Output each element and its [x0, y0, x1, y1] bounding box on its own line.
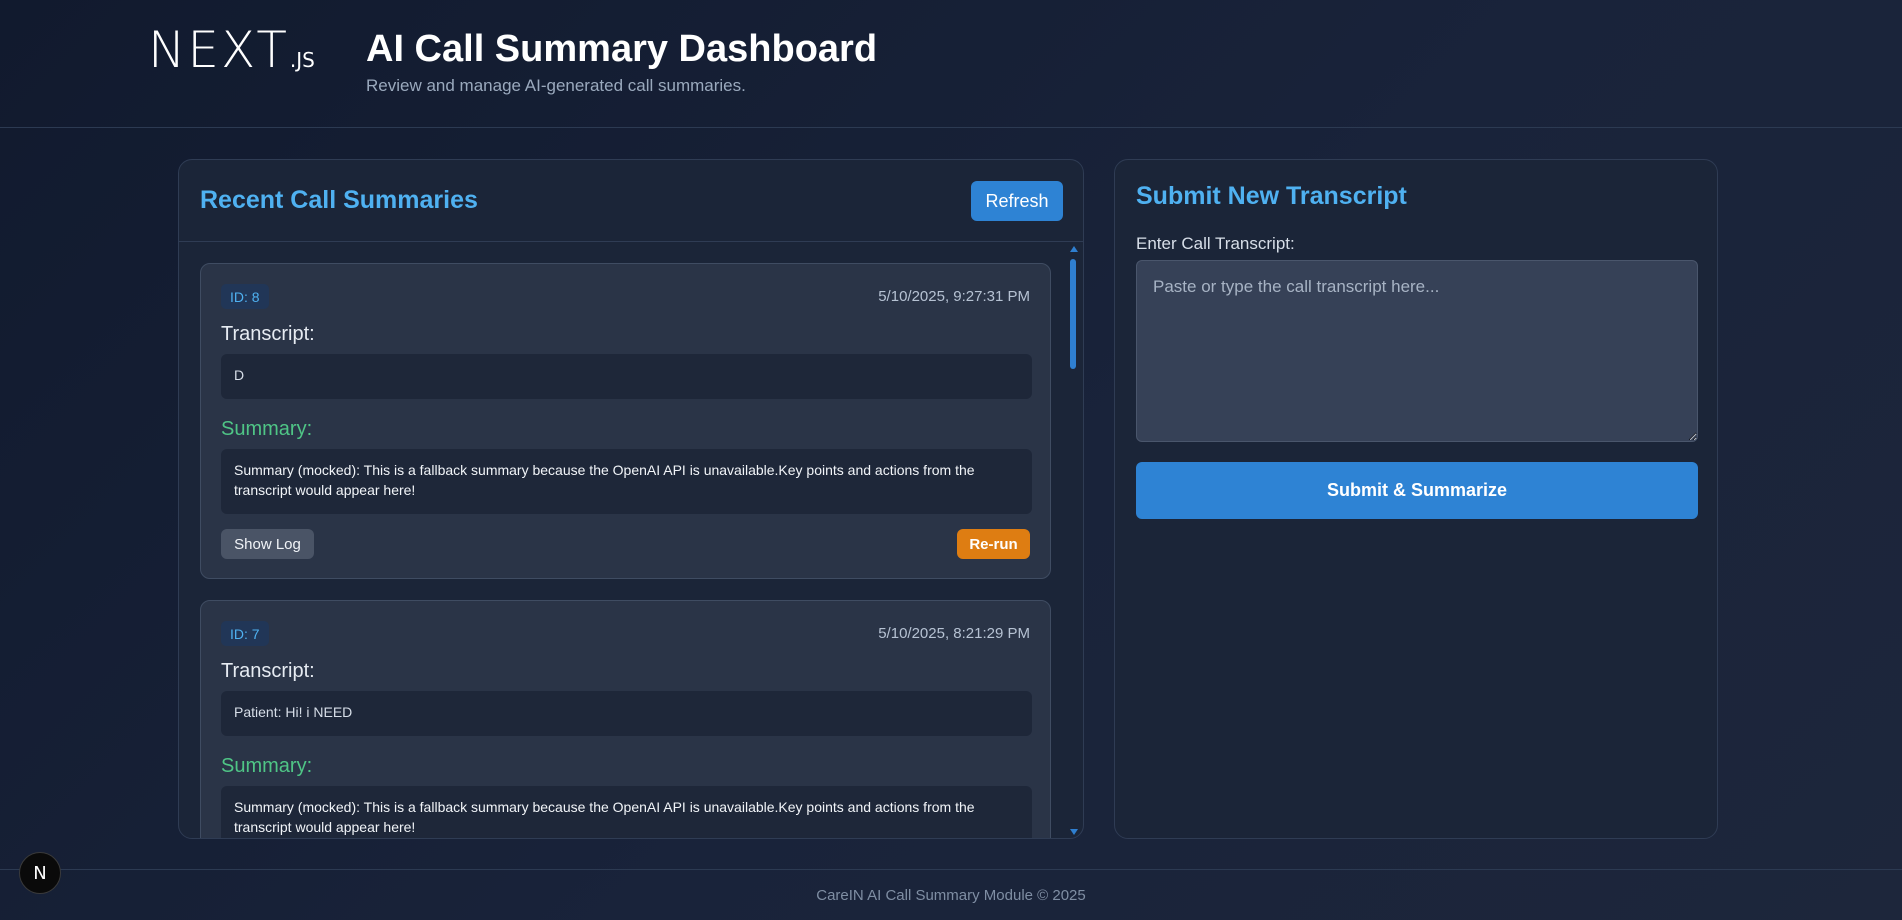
scroll-up-arrow-icon[interactable] [1070, 246, 1078, 252]
panel-title: Recent Call Summaries [200, 186, 478, 214]
summary-text: Summary (mocked): This is a fallback sum… [221, 786, 1032, 838]
summary-text: Summary (mocked): This is a fallback sum… [221, 449, 1032, 514]
logo-suffix: .JS [289, 48, 315, 72]
summaries-scrollbar[interactable] [1068, 244, 1080, 837]
transcript-input-label: Enter Call Transcript: [1136, 234, 1295, 253]
refresh-button[interactable]: Refresh [971, 181, 1063, 221]
transcript-label: Transcript: [221, 323, 315, 345]
timestamp: 5/10/2025, 9:27:31 PM [878, 288, 1030, 305]
id-badge: ID: 8 [221, 284, 269, 309]
submit-transcript-panel: Submit New Transcript Enter Call Transcr… [1114, 159, 1718, 839]
transcript-label: Transcript: [221, 660, 315, 682]
timestamp: 5/10/2025, 8:21:29 PM [878, 625, 1030, 642]
transcript-text: D [221, 354, 1032, 399]
summary-label: Summary: [221, 755, 313, 777]
summary-card: ID: 7 5/10/2025, 8:21:29 PM Transcript: … [200, 600, 1051, 838]
panel-header: Recent Call Summaries Refresh [179, 160, 1083, 242]
nextjs-logo: NEXT .JS [148, 21, 315, 79]
summary-label: Summary: [221, 418, 313, 440]
transcript-text: Patient: Hi! i NEED [221, 691, 1032, 736]
page-title: AI Call Summary Dashboard [366, 28, 878, 70]
page-subtitle: Review and manage AI-generated call summ… [366, 76, 746, 95]
nextjs-dev-indicator-icon[interactable]: N [19, 852, 61, 894]
id-badge: ID: 7 [221, 621, 269, 646]
show-log-button[interactable]: Show Log [221, 529, 314, 559]
summaries-list[interactable]: ID: 8 5/10/2025, 9:27:31 PM Transcript: … [179, 243, 1083, 838]
summary-card: ID: 8 5/10/2025, 9:27:31 PM Transcript: … [200, 263, 1051, 579]
logo-wordmark: NEXT [148, 21, 289, 79]
recent-summaries-panel: Recent Call Summaries Refresh ID: 8 5/10… [178, 159, 1084, 839]
page-footer: CareIN AI Call Summary Module © 2025 [0, 869, 1902, 920]
scroll-thumb[interactable] [1070, 259, 1076, 369]
footer-text: CareIN AI Call Summary Module © 2025 [816, 887, 1086, 904]
app-header: NEXT .JS AI Call Summary Dashboard Revie… [0, 0, 1902, 128]
transcript-input[interactable] [1136, 260, 1698, 442]
rerun-button[interactable]: Re-run [957, 529, 1030, 559]
scroll-down-arrow-icon[interactable] [1070, 829, 1078, 835]
panel-title: Submit New Transcript [1136, 182, 1407, 210]
submit-summarize-button[interactable]: Submit & Summarize [1136, 462, 1698, 519]
